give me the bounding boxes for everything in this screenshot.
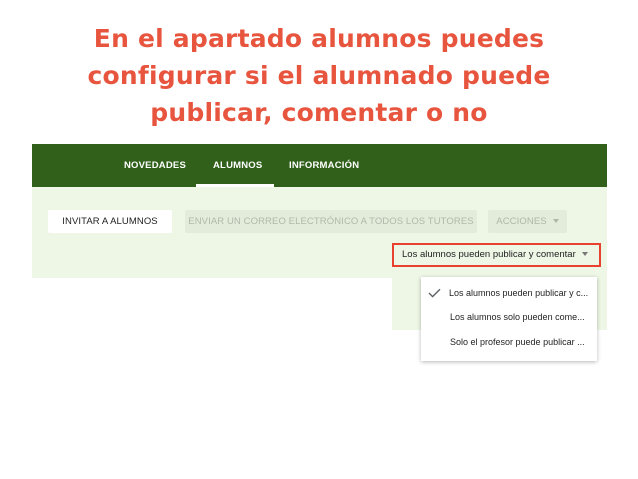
check-icon — [428, 288, 441, 298]
permission-option-label: Los alumnos solo pueden come... — [450, 312, 585, 322]
tab-alumnos[interactable]: ALUMNOS — [213, 144, 262, 187]
slide-title: En el apartado alumnos puedes configurar… — [60, 20, 578, 131]
permissions-selector[interactable]: Los alumnos pueden publicar y comentar — [392, 243, 601, 267]
actions-label: ACCIONES — [496, 216, 547, 227]
actions-button[interactable]: ACCIONES — [488, 210, 567, 233]
permission-option-publish-comment[interactable]: Los alumnos pueden publicar y c... — [421, 280, 597, 306]
caret-down-icon — [581, 252, 588, 257]
permission-option-label: Los alumnos pueden publicar y c... — [449, 288, 589, 298]
slide-title-line-1: En el apartado alumnos puedes — [93, 24, 545, 53]
tab-novedades[interactable]: NOVEDADES — [124, 144, 186, 187]
permissions-selected-label: Los alumnos pueden publicar y comentar — [402, 249, 576, 260]
slide-title-line-3: publicar, comentar o no — [150, 98, 488, 127]
email-tutors-button[interactable]: ENVIAR UN CORREO ELECTRÓNICO A TODOS LOS… — [185, 210, 477, 233]
tab-informacion[interactable]: INFORMACIÓN — [289, 144, 359, 187]
invite-students-button[interactable]: INVITAR A ALUMNOS — [48, 210, 172, 233]
top-nav-bar: NOVEDADES ALUMNOS INFORMACIÓN — [32, 144, 607, 187]
permission-option-label: Solo el profesor puede publicar ... — [450, 337, 585, 347]
slide-title-line-2: configurar si el alumnado puede — [87, 61, 551, 90]
permission-option-comment-only[interactable]: Los alumnos solo pueden come... — [421, 304, 597, 330]
permission-option-teacher-only[interactable]: Solo el profesor puede publicar ... — [421, 329, 597, 355]
permissions-dropdown-menu: Los alumnos pueden publicar y c... Los a… — [421, 277, 597, 361]
caret-down-icon — [552, 219, 559, 224]
